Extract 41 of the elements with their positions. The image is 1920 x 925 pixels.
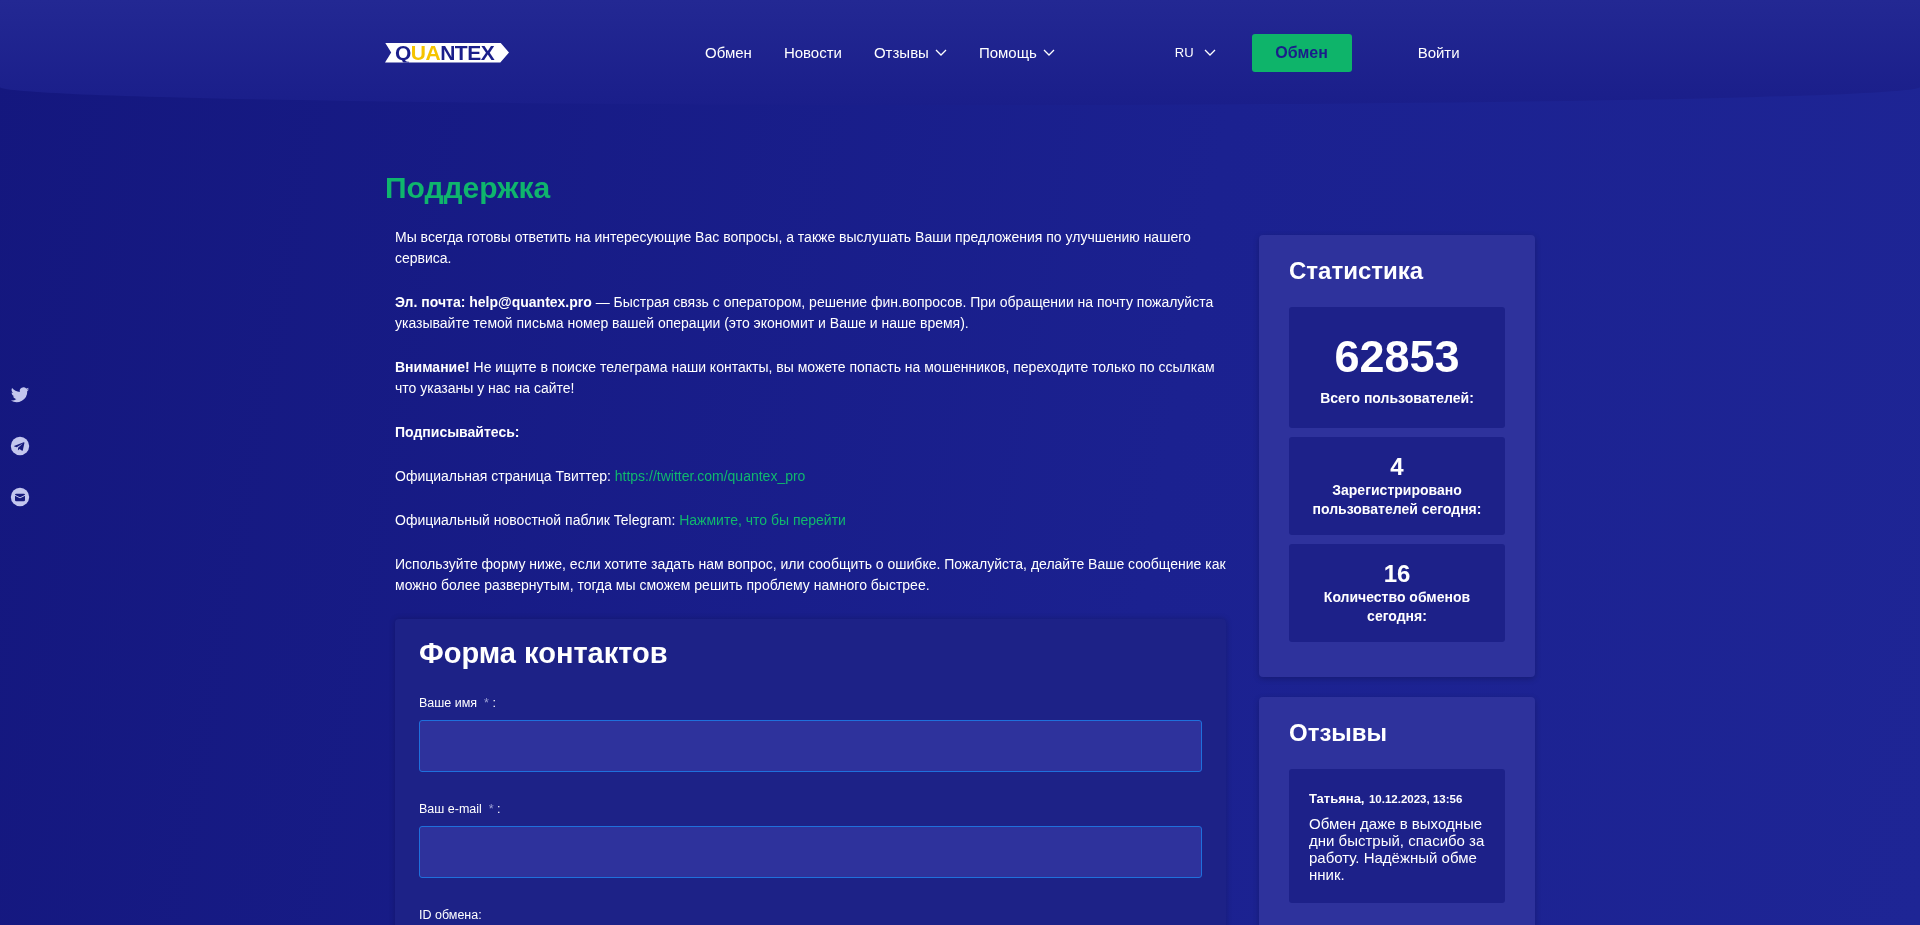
mail-icon[interactable] xyxy=(10,487,30,507)
chevron-icon xyxy=(934,48,947,57)
login-link[interactable]: Войти xyxy=(1417,44,1460,61)
paragraph: Используйте форму ниже, если хотите задать нам вопрос, или сообщить о ошибке. Пожалуйста, делайте Ваше сообщение как можно более развернутым, тогда мы сможем решить проблему намного быстрее. xyxy=(395,555,1226,595)
nav-link[interactable]: Обмен xyxy=(705,44,752,61)
input-field[interactable] xyxy=(419,720,1202,772)
exchange-button[interactable]: Обмен xyxy=(1251,33,1352,72)
paragraph: Мы всегда готовы ответить на интересующие Вас вопросы, а также выслушать Ваши предложения по улучшению нашего сервиса. xyxy=(395,228,1192,268)
stat-value: 62853 xyxy=(1333,330,1461,383)
stat-label: Количество обменов сегодня: xyxy=(1322,588,1472,626)
twitter-icon[interactable] xyxy=(10,385,30,405)
review-text: Обмен даже в выходные дни быстрый, спасибо за работу. Надёжный обменник. xyxy=(1309,815,1485,883)
telegram-icon[interactable] xyxy=(10,436,30,456)
paragraph: Подписывайтесь: xyxy=(395,423,521,442)
paragraph: Официальный новостной паблик Telegram: Нажмите, что бы перейти xyxy=(395,511,847,530)
card-title: Статистика xyxy=(1289,257,1425,285)
stat-value: 16 xyxy=(1382,560,1412,588)
review-author: Татьяна, xyxy=(1309,791,1365,806)
logo[interactable]: QUANTEX xyxy=(385,42,509,63)
input-field[interactable] xyxy=(419,826,1202,878)
nav-link[interactable]: Новости xyxy=(783,44,842,61)
chevron-icon xyxy=(1042,48,1055,57)
field-label: Ваш e-mail * : xyxy=(419,802,502,816)
nav-link[interactable]: Отзывы xyxy=(873,44,947,61)
card-title: Отзывы xyxy=(1289,719,1389,747)
field-label: Ваше имя * : xyxy=(419,696,497,710)
language-selector[interactable]: RU xyxy=(1174,45,1216,60)
paragraph: Эл. почта: help@quantex.pro — Быстрая связь с оператором, решение фин.вопросов. При обращении на почту пожалуйста указывайте темой письма номер вашей операции (это экономит и Ваше и наше время). xyxy=(395,293,1215,333)
form-title: Форма контактов xyxy=(419,637,669,670)
page-title: Поддержка xyxy=(385,171,552,205)
field-label: ID обмена: xyxy=(419,908,483,922)
paragraph: Официальная страница Твиттер: https://twitter.com/quantex_pro xyxy=(395,467,807,486)
link[interactable]: https://twitter.com/quantex_pro xyxy=(614,468,806,484)
link[interactable]: Нажмите, что бы перейти xyxy=(679,512,846,528)
nav-link[interactable]: Помощь xyxy=(978,44,1055,61)
stat-label: Зарегистрировано пользователей сегодня: xyxy=(1311,481,1483,519)
stat-value: 4 xyxy=(1389,453,1405,481)
stat-label: Всего пользователей: xyxy=(1319,389,1475,408)
review-date: 10.12.2023, 13:56 xyxy=(1368,793,1463,805)
paragraph: Внимание! Не ищите в поиске телеграма наши контакты, вы можете попасть на мошенников, переходите только по ссылкам что указаны у нас на сайте! xyxy=(395,358,1216,398)
chevron-icon xyxy=(1203,48,1216,57)
